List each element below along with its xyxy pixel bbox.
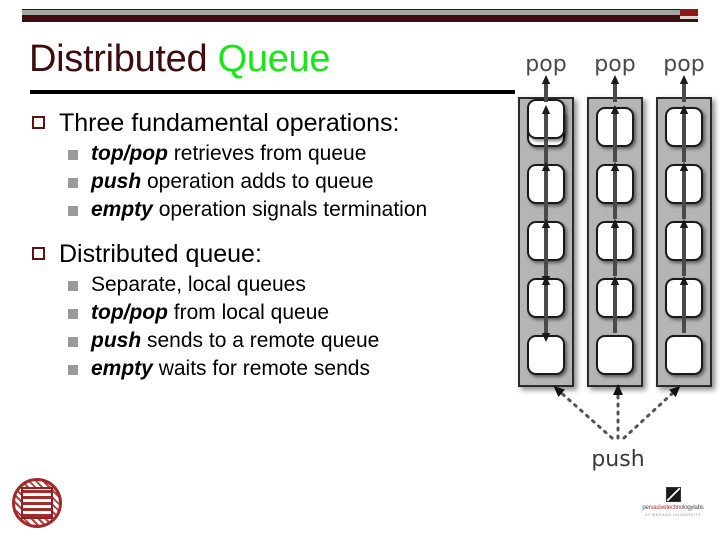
queue-cell bbox=[665, 164, 703, 204]
top-bar-cap-dark bbox=[680, 19, 698, 22]
square-filled-bullet-icon bbox=[68, 337, 78, 347]
list-item-label: empty operation signals termination bbox=[91, 196, 427, 223]
list-item-rest: sends to a remote queue bbox=[141, 329, 380, 352]
bullet-level1-label: Distributed queue: bbox=[59, 240, 262, 268]
square-filled-bullet-icon bbox=[68, 309, 78, 319]
title-underline-rule bbox=[30, 90, 515, 94]
top-bar-maroon-band bbox=[22, 15, 698, 22]
queue-cell bbox=[527, 221, 565, 261]
list-item: top/pop from local queue bbox=[68, 299, 522, 326]
bullet-level1: Distributed queue: bbox=[32, 239, 522, 270]
pop-label-column-3: pop bbox=[663, 52, 705, 77]
lab-name-part-b: vasive bbox=[650, 505, 667, 511]
queue-cell bbox=[665, 221, 703, 261]
bullet-level1-label: Three fundamental operations: bbox=[59, 109, 400, 137]
slide-title: Distributed Queue bbox=[29, 36, 331, 82]
list-item-emphasis: push bbox=[91, 329, 142, 352]
sublist-section-1: top/pop retrieves from queue push operat… bbox=[68, 140, 522, 223]
queue-column-2 bbox=[587, 97, 643, 387]
list-item-label: top/pop from local queue bbox=[91, 299, 329, 326]
slide-title-main: Distributed bbox=[29, 38, 208, 80]
list-item-rest: waits for remote sends bbox=[152, 357, 370, 380]
queue-cell bbox=[527, 99, 565, 139]
list-item-emphasis: top/pop bbox=[91, 142, 168, 165]
top-decorative-bar bbox=[22, 9, 698, 22]
slide-body: Three fundamental operations: top/pop re… bbox=[32, 104, 522, 382]
lab-name-part-c: techno bbox=[666, 505, 684, 511]
queue-cell bbox=[665, 107, 703, 147]
list-item: empty operation signals termination bbox=[68, 196, 522, 223]
queue-cell bbox=[527, 335, 565, 375]
pop-label-column-1: pop bbox=[525, 52, 567, 77]
list-item: push operation adds to queue bbox=[68, 168, 522, 195]
lab-name-part-e: labs bbox=[693, 505, 704, 511]
list-item-rest: Separate, local queues bbox=[91, 273, 306, 296]
lab-logo-name: pervasivetechnologylabs bbox=[632, 505, 714, 512]
lab-logo: pervasivetechnologylabs AT MERAAN UNIVER… bbox=[632, 487, 714, 529]
list-item: empty waits for remote sends bbox=[68, 355, 522, 382]
slide-title-accent: Queue bbox=[217, 38, 331, 80]
queue-column-3 bbox=[656, 97, 712, 387]
list-item-emphasis: empty bbox=[91, 198, 153, 221]
list-item: top/pop retrieves from queue bbox=[68, 140, 522, 167]
queue-cell bbox=[596, 335, 634, 375]
queue-cell bbox=[665, 278, 703, 318]
queue-cell bbox=[596, 164, 634, 204]
square-filled-bullet-icon bbox=[68, 365, 78, 375]
pop-label-column-2: pop bbox=[594, 52, 636, 77]
university-seal-logo bbox=[12, 478, 62, 528]
list-item-emphasis: empty bbox=[91, 357, 153, 380]
square-filled-bullet-icon bbox=[68, 281, 78, 291]
pop-label-row: pop pop pop bbox=[512, 52, 718, 80]
queue-column-1 bbox=[518, 97, 574, 387]
sublist-section-2: Separate, local queues top/pop from loca… bbox=[68, 271, 522, 382]
lab-logo-mark-icon bbox=[665, 487, 681, 502]
square-filled-bullet-icon bbox=[68, 150, 78, 160]
list-item-rest: operation adds to queue bbox=[141, 170, 374, 193]
queue-cell bbox=[596, 278, 634, 318]
lab-logo-subtitle: AT MERAAN UNIVERSITY bbox=[644, 512, 702, 517]
square-outline-bullet-icon bbox=[32, 247, 45, 260]
list-item-emphasis: push bbox=[91, 170, 142, 193]
lab-name-part-a: per bbox=[642, 505, 651, 511]
seal-inner-emblem bbox=[21, 487, 53, 519]
bullet-level1: Three fundamental operations: bbox=[32, 108, 522, 139]
list-item: push sends to a remote queue bbox=[68, 327, 522, 354]
square-filled-bullet-icon bbox=[68, 178, 78, 188]
list-item-rest: retrieves from queue bbox=[167, 142, 367, 165]
list-item-emphasis: top/pop bbox=[91, 301, 168, 324]
list-item-label: Separate, local queues bbox=[91, 271, 306, 298]
square-filled-bullet-icon bbox=[68, 206, 78, 216]
queue-cell bbox=[596, 107, 634, 147]
list-item-label: push sends to a remote queue bbox=[91, 327, 379, 354]
top-bar-red-cap bbox=[680, 9, 698, 16]
square-outline-bullet-icon bbox=[32, 116, 45, 129]
list-item-label: push operation adds to queue bbox=[91, 168, 374, 195]
queue-cell bbox=[527, 164, 565, 204]
queue-columns bbox=[512, 97, 718, 387]
list-item-rest: operation signals termination bbox=[152, 198, 428, 221]
push-label: push bbox=[591, 447, 645, 472]
distributed-queue-diagram: pop pop pop push bbox=[512, 52, 718, 482]
list-item-label: empty waits for remote sends bbox=[91, 355, 370, 382]
list-item-rest: from local queue bbox=[167, 301, 330, 324]
queue-cell bbox=[665, 335, 703, 375]
queue-cell bbox=[596, 221, 634, 261]
lab-name-part-d: logy bbox=[683, 505, 694, 511]
list-item: Separate, local queues bbox=[68, 271, 522, 298]
list-item-label: top/pop retrieves from queue bbox=[91, 140, 366, 167]
queue-cell bbox=[527, 278, 565, 318]
